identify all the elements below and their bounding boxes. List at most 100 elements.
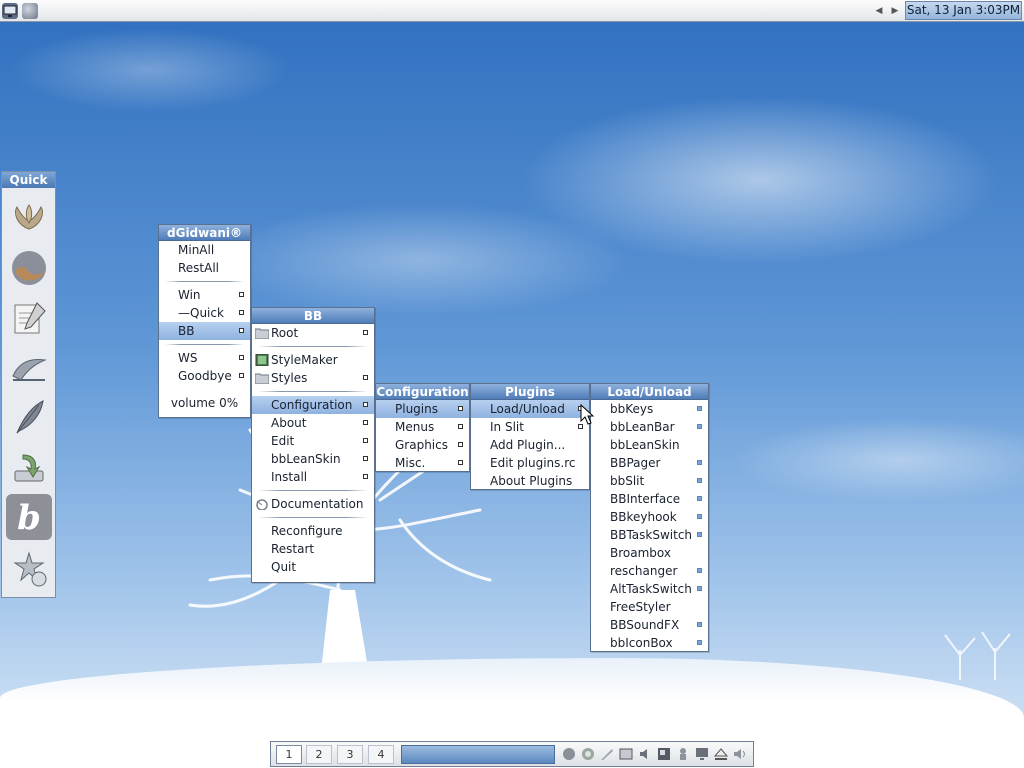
menu-item-label: Win <box>178 288 201 302</box>
plugin-item[interactable]: bbKeys <box>591 400 708 418</box>
plugin-item[interactable]: bbLeanBar <box>591 418 708 436</box>
checked-indicator-icon <box>697 424 702 429</box>
plugin-item[interactable]: reschanger <box>591 562 708 580</box>
globe-icon[interactable] <box>22 3 38 19</box>
taskbar-task-area[interactable] <box>401 745 555 764</box>
arrow-right-icon[interactable]: ▶ <box>888 4 902 18</box>
menu-item-documentation[interactable]: Documentation <box>252 495 374 513</box>
menu-item-quit[interactable]: Quit <box>252 558 374 576</box>
menu-item-misc[interactable]: Misc. <box>376 454 469 472</box>
app-icon-2[interactable] <box>580 746 596 762</box>
menu-item-in-slit[interactable]: In Slit <box>471 418 589 436</box>
menu-item-label: RestAll <box>178 261 220 275</box>
plugin-item-label: AltTaskSwitch <box>610 582 692 596</box>
workspace-3-button[interactable]: 3 <box>337 745 363 764</box>
menu-item-restall[interactable]: RestAll <box>159 259 250 277</box>
menu-item-reconfigure[interactable]: Reconfigure <box>252 522 374 540</box>
volume-slider[interactable]: volume 0% <box>159 394 250 412</box>
plugin-item[interactable]: BBPager <box>591 454 708 472</box>
settings-icon[interactable] <box>6 546 52 592</box>
lotus-icon[interactable] <box>6 196 52 242</box>
menu-item-quick[interactable]: —Quick <box>159 304 250 322</box>
chess-icon[interactable] <box>675 746 691 762</box>
menu-item-root[interactable]: Root <box>252 324 374 342</box>
volume-icon[interactable] <box>732 746 748 762</box>
installer-icon[interactable] <box>6 444 52 490</box>
submenu-arrow-icon <box>363 438 368 443</box>
menu-item-minall[interactable]: MinAll <box>159 241 250 259</box>
menu-item-label: Plugins <box>395 402 438 416</box>
main-menu: dGidwani® MinAll RestAll Win —Quick BB W… <box>158 224 251 418</box>
plugin-item[interactable]: BBkeyhook <box>591 508 708 526</box>
arrow-left-icon[interactable]: ◀ <box>872 4 886 18</box>
menu-item-install[interactable]: Install <box>252 468 374 486</box>
plugin-item[interactable]: AltTaskSwitch <box>591 580 708 598</box>
plugin-item-label: FreeStyler <box>610 600 671 614</box>
window-icon-2[interactable] <box>656 746 672 762</box>
blackbox-b-icon[interactable]: b <box>6 494 52 540</box>
menu-item-about-plugins[interactable]: About Plugins <box>471 472 589 490</box>
menu-item-restart[interactable]: Restart <box>252 540 374 558</box>
plugin-item[interactable]: FreeStyler <box>591 598 708 616</box>
menu-item-label: Configuration <box>271 398 353 412</box>
plugin-list: bbKeys bbLeanBar bbLeanSkin BBPager bbSlit BB… <box>591 400 708 652</box>
menu-item-styles[interactable]: Styles <box>252 369 374 387</box>
firefox-icon[interactable] <box>6 245 52 291</box>
window-icon[interactable] <box>618 746 634 762</box>
plugin-item[interactable]: bbLeanSkin <box>591 436 708 454</box>
submenu-arrow-icon <box>458 406 463 411</box>
plugin-item[interactable]: Broambox <box>591 544 708 562</box>
menu-separator <box>258 490 368 491</box>
menu-item-label: StyleMaker <box>271 353 338 367</box>
app-icon-1[interactable] <box>561 746 577 762</box>
menu-item-edit-plugins[interactable]: Edit plugins.rc <box>471 454 589 472</box>
submenu-arrow-icon <box>239 328 244 333</box>
submenu-arrow-icon <box>458 460 463 465</box>
computer-icon[interactable] <box>2 3 18 19</box>
checked-indicator-icon <box>697 568 702 573</box>
plugin-item-label: BBPager <box>610 456 661 470</box>
menu-item-menus[interactable]: Menus <box>376 418 469 436</box>
bb-menu-title: BB <box>252 308 374 324</box>
menu-item-bb[interactable]: BB <box>159 322 250 340</box>
menu-item-edit[interactable]: Edit <box>252 432 374 450</box>
clock[interactable]: Sat, 13 Jan 3:03PM <box>905 1 1022 20</box>
checked-indicator-icon <box>697 496 702 501</box>
openoffice-icon[interactable] <box>6 345 52 391</box>
menu-item-ws[interactable]: WS <box>159 349 250 367</box>
workspace-1-button[interactable]: 1 <box>276 745 302 764</box>
plugin-item[interactable]: bbIconBox <box>591 634 708 652</box>
menu-item-label: Install <box>271 470 308 484</box>
monitor-icon[interactable] <box>694 746 710 762</box>
feather-icon[interactable] <box>6 394 52 440</box>
menu-item-plugins[interactable]: Plugins <box>376 400 469 418</box>
plugin-item-label: BBSoundFX <box>610 618 680 632</box>
plugin-item[interactable]: BBTaskSwitch <box>591 526 708 544</box>
menu-item-graphics[interactable]: Graphics <box>376 436 469 454</box>
menu-item-stylemaker[interactable]: StyleMaker <box>252 351 374 369</box>
brush-icon[interactable] <box>599 746 615 762</box>
eject-icon[interactable] <box>713 746 729 762</box>
plugin-item[interactable]: bbSlit <box>591 472 708 490</box>
folder-icon <box>255 328 269 339</box>
notepad-icon[interactable] <box>6 294 52 340</box>
checked-indicator-icon <box>697 586 702 591</box>
workspace-2-button[interactable]: 2 <box>306 745 332 764</box>
menu-item-bbleanskin[interactable]: bbLeanSkin <box>252 450 374 468</box>
menu-item-configuration[interactable]: Configuration <box>252 396 374 414</box>
menu-item-add-plugin[interactable]: Add Plugin... <box>471 436 589 454</box>
menu-separator <box>258 346 368 347</box>
menu-item-load-unload[interactable]: Load/Unload <box>471 400 589 418</box>
submenu-arrow-icon <box>363 402 368 407</box>
menu-item-label: bbLeanSkin <box>271 452 341 466</box>
speaker-icon[interactable] <box>637 746 653 762</box>
menu-item-goodbye[interactable]: Goodbye <box>159 367 250 385</box>
workspace-4-button[interactable]: 4 <box>368 745 394 764</box>
checked-indicator-icon <box>697 478 702 483</box>
plugin-item-label: reschanger <box>610 564 678 578</box>
plugin-item[interactable]: BBSoundFX <box>591 616 708 634</box>
plugin-item[interactable]: BBInterface <box>591 490 708 508</box>
menu-item-about[interactable]: About <box>252 414 374 432</box>
menu-item-win[interactable]: Win <box>159 286 250 304</box>
submenu-arrow-icon <box>458 424 463 429</box>
